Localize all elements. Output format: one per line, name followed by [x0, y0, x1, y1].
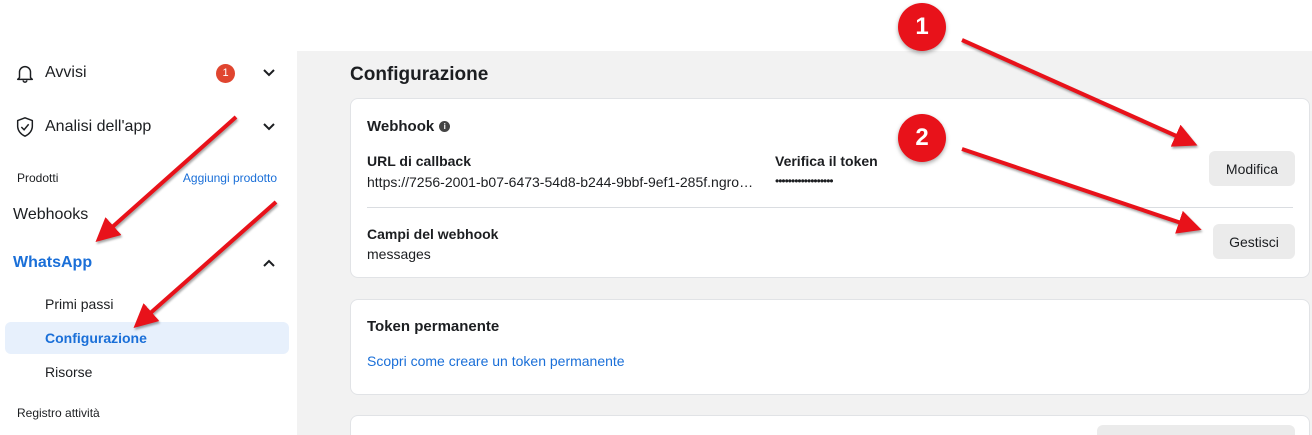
sidebar: Avvisi 1 Analisi dell'app Prodotti Aggiu… [0, 0, 297, 435]
partial-button[interactable] [1097, 425, 1295, 435]
sidebar-item-label: WhatsApp [13, 254, 93, 271]
card-divider [367, 207, 1293, 208]
sidebar-item-label: Avvisi [45, 64, 87, 81]
callback-url-value: https://7256-2001-b07-6473-54d8-b244-9bb… [367, 174, 759, 190]
sidebar-subitem-risorse[interactable]: Risorse [45, 364, 92, 380]
bell-icon [13, 61, 37, 85]
sidebar-item-label: Analisi dell'app [45, 118, 152, 135]
section-label-registro: Registro attività [17, 406, 100, 420]
edit-button[interactable]: Modifica [1209, 151, 1295, 186]
chevron-down-icon[interactable] [261, 65, 277, 81]
shield-check-icon [13, 115, 37, 139]
token-card-title: Token permanente [367, 318, 500, 335]
sidebar-item-analisi[interactable]: Analisi dell'app [13, 115, 277, 139]
add-product-link[interactable]: Aggiungi prodotto [183, 171, 277, 185]
webhook-card: Webhook i URL di callback https://7256-2… [350, 98, 1310, 278]
webhook-fields-value: messages [367, 246, 431, 262]
webhook-fields-label: Campi del webhook [367, 226, 499, 242]
info-icon[interactable]: i [439, 121, 451, 132]
annotation-marker-1: 1 [898, 3, 946, 51]
annotation-marker-2: 2 [898, 114, 946, 162]
chevron-up-icon[interactable] [261, 255, 277, 271]
sidebar-subitem-primi-passi[interactable]: Primi passi [45, 296, 113, 312]
verify-token-label: Verifica il token [775, 153, 878, 169]
webhook-card-title: Webhook i [367, 118, 451, 135]
page-title: Configurazione [350, 64, 489, 85]
permanent-token-card: Token permanente Scopri come creare un t… [350, 299, 1310, 395]
notification-badge: 1 [216, 63, 235, 83]
sidebar-item-avvisi[interactable]: Avvisi 1 [13, 61, 277, 85]
sidebar-item-label: Webhooks [13, 206, 89, 223]
main-content: Configurazione Webhook i URL di callback… [297, 51, 1312, 435]
next-card [350, 415, 1310, 435]
create-token-link[interactable]: Scopri come creare un token permanente [367, 353, 625, 369]
chevron-down-icon[interactable] [261, 119, 277, 135]
manage-button[interactable]: Gestisci [1213, 224, 1295, 259]
card-title-text: Webhook [367, 118, 435, 135]
verify-token-value: •••••••••••••••••• [775, 174, 833, 188]
callback-url-label: URL di callback [367, 153, 472, 169]
sidebar-item-webhooks[interactable]: Webhooks [13, 204, 277, 226]
sidebar-subitem-configurazione[interactable]: Configurazione [45, 330, 147, 346]
section-label-prodotti: Prodotti [17, 171, 59, 185]
sidebar-item-whatsapp[interactable]: WhatsApp [13, 252, 277, 274]
